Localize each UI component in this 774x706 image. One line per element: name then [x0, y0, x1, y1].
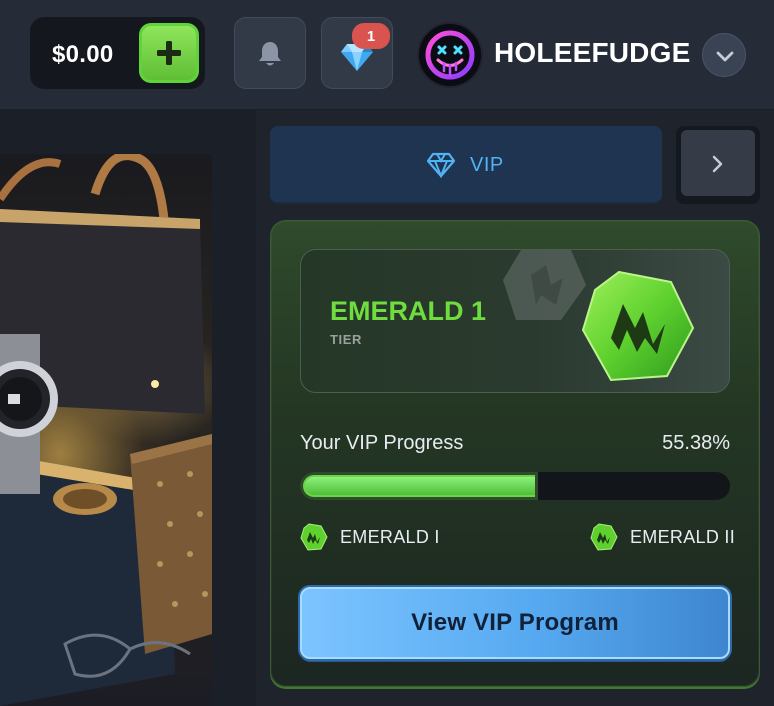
- top-bar: $0.00 1 HOLEEFUDGE: [0, 0, 774, 110]
- notifications-button[interactable]: [234, 17, 306, 89]
- tier-caption: TIER: [330, 332, 363, 347]
- progress-label: Your VIP Progress: [300, 432, 464, 454]
- tab-vip[interactable]: VIP: [270, 126, 662, 204]
- user-menu-button[interactable]: [702, 33, 746, 77]
- balance-widget: $0.00: [30, 17, 205, 89]
- chevron-down-icon: [716, 51, 734, 62]
- tier-box: EMERALD 1 TIER: [300, 249, 730, 393]
- diamond-icon: [427, 152, 455, 178]
- tier-name: EMERALD 1: [330, 296, 487, 326]
- notification-badge: 1: [352, 23, 390, 49]
- current-level: EMERALD I: [300, 522, 440, 552]
- deposit-button[interactable]: [139, 23, 199, 83]
- vip-progress-bar: [300, 472, 730, 500]
- next-tab-button[interactable]: [676, 126, 760, 204]
- emerald-hexagon-icon: [590, 523, 618, 551]
- avatar-image: [425, 30, 475, 80]
- vip-rewards-button[interactable]: 1: [321, 17, 393, 89]
- emerald-hexagon-icon: [300, 523, 328, 551]
- plus-icon: [157, 41, 181, 65]
- bell-icon: [259, 42, 281, 66]
- faded-hexagon-decoration: [503, 250, 586, 320]
- chevron-right-icon: [712, 155, 723, 173]
- avatar[interactable]: [417, 22, 483, 88]
- username[interactable]: HOLEEFUDGE: [494, 37, 690, 69]
- luxury-items-illustration: [0, 154, 212, 706]
- tab-vip-label: VIP: [470, 154, 504, 176]
- balance-amount: $0.00: [52, 41, 114, 68]
- progress-value: 55.38%: [662, 432, 730, 454]
- emerald-hexagon-icon: [581, 270, 695, 382]
- vip-progress-fill: [300, 472, 538, 500]
- next-level-label: EMERALD II: [630, 526, 736, 547]
- view-vip-program-button[interactable]: View VIP Program: [300, 587, 730, 659]
- next-level: EMERALD II: [590, 522, 735, 552]
- next-tab-button-face: [681, 130, 755, 196]
- promo-banner-image[interactable]: [0, 154, 212, 706]
- vip-progress-fill-inner: [303, 475, 535, 497]
- current-level-label: EMERALD I: [340, 526, 440, 547]
